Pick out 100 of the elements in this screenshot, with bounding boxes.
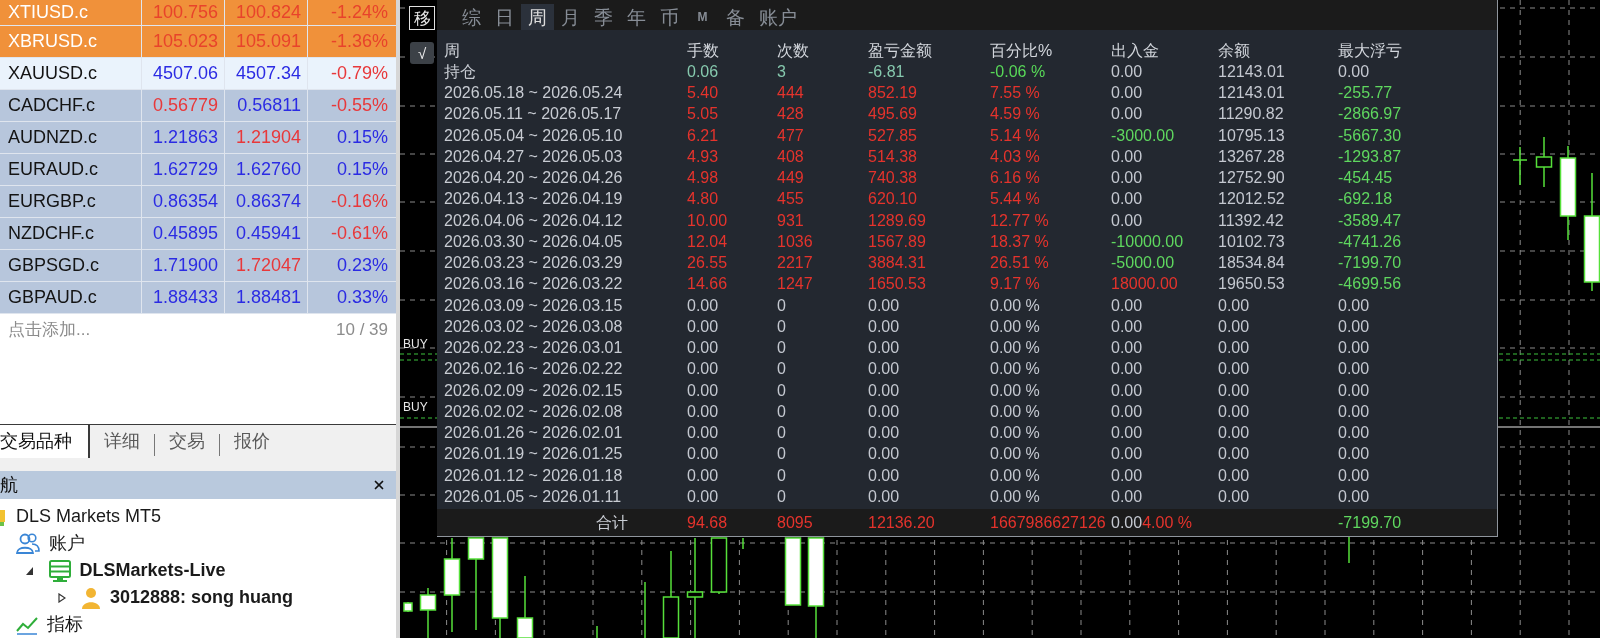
add-symbol-link[interactable]: 点击添加... (8, 316, 91, 343)
table-cell-text: 740.38 (868, 168, 918, 189)
check-tool-button[interactable]: √ (410, 42, 434, 64)
table-cell-text: 0.00 (1111, 359, 1144, 380)
report-tab[interactable]: 月 (554, 4, 587, 30)
report-tab[interactable]: 币 (653, 4, 686, 30)
symbol-name: XAUUSD.c (0, 58, 142, 89)
symbol-row[interactable]: EURGBP.c 0.86354 0.86374 -0.16% (0, 186, 396, 218)
total-cell-text: 4.00 % (1142, 512, 1192, 533)
table-cell-text: 0.00 (1111, 316, 1144, 337)
table-cell-text: 0.00 % (990, 380, 1041, 401)
table-cell-text: 4.59 % (990, 104, 1041, 125)
change-value: 0.23% (335, 254, 389, 277)
symbol-name: NZDCHF.c (0, 218, 142, 249)
panel-tab[interactable]: 交易品种 (0, 425, 90, 458)
table-cell-text: 0.00 (1338, 423, 1371, 444)
panel-tab[interactable]: 详细 (90, 425, 154, 458)
candle (516, 575, 534, 638)
total-cell-text: 1667986627126 (990, 512, 1107, 533)
table-cell-text: 0.00 (687, 338, 720, 359)
table-cell-text: 12143.01 (1218, 61, 1286, 82)
table-cell-text: 0 (777, 338, 787, 359)
symbol-row[interactable]: AUDNZD.c 1.21863 1.21904 0.15% (0, 122, 396, 154)
user-icon (81, 586, 101, 609)
table-cell-text: 0.00 (687, 423, 720, 444)
change-value: -1.36% (329, 30, 389, 53)
table-cell-text: 0.00 (1218, 486, 1251, 507)
tree-item[interactable]: DLS Markets MT5 (16, 503, 162, 530)
table-cell-text: 0.00 (1218, 316, 1251, 337)
symbol-row[interactable]: CADCHF.c 0.56779 0.56811 -0.55% (0, 90, 396, 122)
move-tool-button[interactable]: 移 (409, 6, 435, 30)
price-value: 105.091 (225, 26, 308, 57)
table-cell-text: 0 (777, 401, 787, 422)
change-value: 0.15% (335, 126, 389, 149)
close-icon[interactable] (372, 478, 386, 492)
table-cell-text: 514.38 (868, 146, 918, 167)
table-cell-text: 0 (777, 359, 787, 380)
tree-item[interactable]: DLSMarkets-Live (79, 557, 226, 584)
table-cell-text: 0.00 (1111, 465, 1144, 486)
table-cell-text: 0.00 (687, 295, 720, 316)
symbol-name: AUDNZD.c (0, 122, 142, 153)
report-tab[interactable]: 账户 (752, 4, 804, 30)
period-cell-text: 2026.03.02 ~ 2026.03.08 (444, 316, 624, 337)
order-line-label: BUY (403, 338, 428, 350)
tree-item[interactable]: 指标 (47, 611, 83, 638)
symbol-row[interactable]: GBPAUD.c 1.88433 1.88481 0.33% (0, 282, 396, 314)
table-cell-text: 12143.01 (1218, 83, 1286, 104)
table-cell-text: 11290.82 (1218, 104, 1285, 125)
report-tab[interactable]: 年 (620, 4, 653, 30)
table-cell-text: 0.00 (1218, 338, 1251, 359)
table-cell-text: 0.00 (1111, 61, 1144, 82)
table-cell-text: 6.16 % (990, 168, 1041, 189)
table-cell-text: 0.00 (1111, 168, 1144, 189)
collapsed-triangle-icon[interactable] (58, 593, 66, 603)
tree-item[interactable]: 账户 (49, 530, 85, 557)
users-icon (16, 532, 40, 555)
table-cell-text: 0.00 (1111, 295, 1144, 316)
total-cell-text: 8095 (777, 512, 814, 533)
report-tab[interactable]: M (686, 4, 719, 30)
table-cell-text: -10000.00 (1111, 231, 1185, 252)
table-cell-text: 0.00 (1218, 465, 1251, 486)
report-tab[interactable]: 季 (587, 4, 620, 30)
report-tab[interactable]: 综 (455, 4, 488, 30)
report-tab[interactable]: 日 (488, 4, 521, 30)
table-cell-text: 0.00 % (990, 423, 1041, 444)
table-cell-text: 931 (777, 210, 805, 231)
table-cell-text: 1289.69 (868, 210, 927, 231)
symbol-row[interactable]: XAUUSD.c 4507.06 4507.34 -0.79% (0, 58, 396, 90)
expanded-triangle-icon[interactable] (25, 566, 34, 576)
symbol-row[interactable]: EURAUD.c 1.62729 1.62760 0.15% (0, 154, 396, 186)
panel-tab[interactable]: 报价 (220, 425, 284, 458)
column-header: 盈亏金额 (868, 40, 933, 61)
order-line-label: BUY (403, 401, 428, 413)
tree-item[interactable]: 3012888: song huang (110, 584, 294, 611)
symbol-row[interactable]: GBPSGD.c 1.71900 1.72047 0.23% (0, 250, 396, 282)
column-header: 出入金 (1111, 40, 1160, 61)
symbol-name: CADCHF.c (0, 90, 142, 121)
table-cell-text: 0.00 (1338, 401, 1371, 422)
table-cell-text: -4741.26 (1338, 231, 1403, 252)
table-cell-text: 449 (777, 168, 805, 189)
report-tab[interactable]: 备 (719, 4, 752, 30)
symbol-row[interactable]: NZDCHF.c 0.45895 0.45941 -0.61% (0, 218, 396, 250)
report-tab[interactable]: 周 (521, 4, 554, 30)
price-value: 1.62729 (142, 154, 225, 185)
table-cell-text: 0.00 (1218, 401, 1251, 422)
period-cell-text: 2026.01.05 ~ 2026.01.11 (444, 486, 623, 507)
table-cell-text: -1293.87 (1338, 146, 1403, 167)
table-cell-text: 14.66 (687, 274, 729, 295)
price-value: 100.824 (225, 0, 308, 25)
period-cell-text: 持仓 (444, 61, 477, 82)
table-cell-text: 0.00 (1218, 380, 1251, 401)
table-cell-text: 12.77 % (990, 210, 1050, 231)
table-cell-text: 0.00 % (990, 316, 1041, 337)
panel-tab[interactable]: 交易 (155, 425, 219, 458)
table-cell-text: 0.00 (1111, 146, 1144, 167)
column-header: 余额 (1218, 40, 1251, 61)
symbol-name: GBPAUD.c (0, 282, 142, 313)
symbol-name: GBPSGD.c (0, 250, 142, 281)
table-cell-text: -6.81 (868, 61, 906, 82)
server-icon (48, 559, 71, 582)
